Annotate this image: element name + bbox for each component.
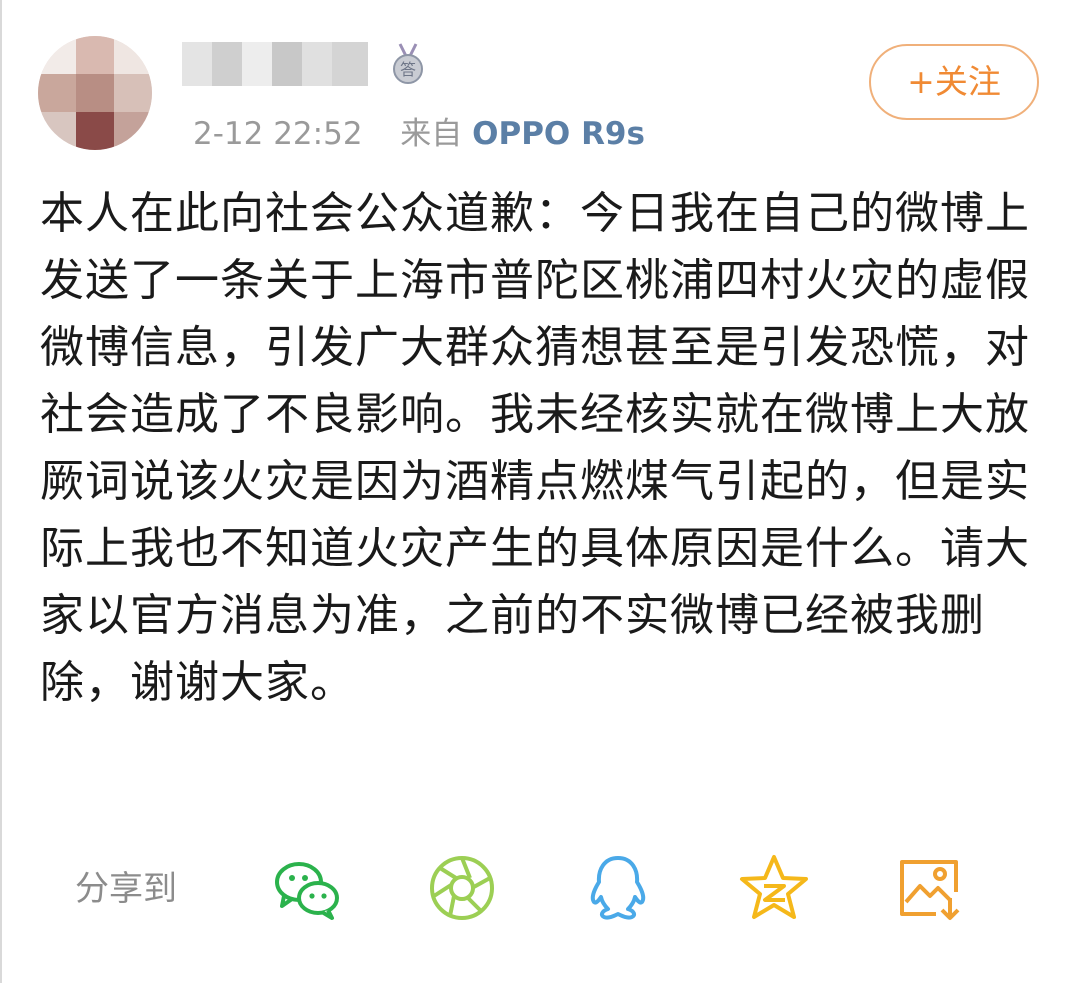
username-redacted[interactable] [182, 42, 368, 86]
wechat-icon [275, 862, 339, 920]
share-label: 分享到 [75, 869, 177, 909]
post-body-text: 本人在此向社会公众道歉：今日我在自己的微博上发送了一条关于上海市普陀区桃浦四村火… [40, 188, 1030, 708]
follow-button[interactable]: +关注 [869, 44, 1039, 120]
share-wechat-button[interactable] [270, 852, 342, 924]
qzone-icon [740, 855, 808, 919]
device-name[interactable]: OPPO R9s [472, 116, 645, 152]
post-meta: 2-12 22:52 来自 OPPO R9s [193, 112, 645, 156]
medal-badge-icon: 答 [388, 42, 428, 86]
moments-icon [430, 856, 494, 920]
svg-text:答: 答 [400, 60, 416, 79]
qq-icon [590, 856, 646, 920]
save-image-icon [900, 860, 960, 920]
post-timestamp: 2-12 22:52 [193, 116, 363, 152]
weibo-post-screen: 答 2-12 22:52 来自 OPPO R9s +关注 本人在此向社会公众道歉… [0, 0, 1078, 983]
left-edge-divider [0, 0, 2, 983]
save-image-button[interactable] [894, 852, 966, 924]
avatar[interactable] [38, 36, 152, 150]
share-qzone-button[interactable] [738, 852, 810, 924]
share-moments-button[interactable] [426, 852, 498, 924]
source-prefix: 来自 [400, 116, 463, 152]
share-qq-button[interactable] [582, 852, 654, 924]
